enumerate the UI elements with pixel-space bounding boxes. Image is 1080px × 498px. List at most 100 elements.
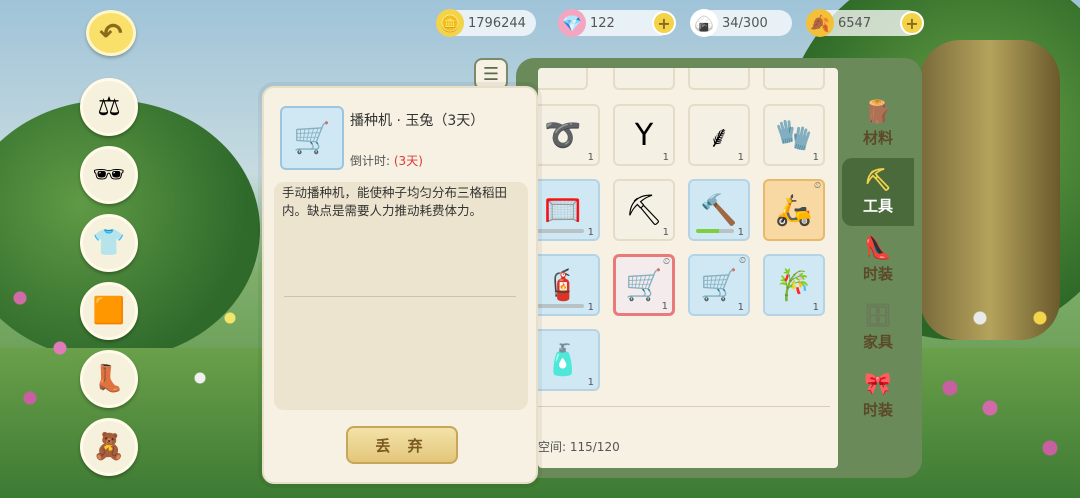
item-thumbnail: 🛒 — [280, 106, 344, 170]
inventory-space-label: 空间: 115/120 — [538, 440, 620, 454]
seeder-icon: 🛒 — [700, 267, 738, 303]
durability-bar — [696, 229, 734, 233]
tab-label: 时装 — [862, 265, 893, 283]
tab-icon: 👠 — [864, 236, 892, 261]
shovel-icon: ⛏ — [624, 192, 664, 228]
tab-label: 时装 — [862, 401, 893, 419]
scooter-icon: 🛵 — [775, 192, 813, 228]
timer-icon: ⏲ — [813, 181, 821, 191]
inventory-slot[interactable]: 🧴 1 — [538, 329, 600, 391]
tab-label: 家具 — [862, 333, 893, 351]
currency-value: 1796244 — [468, 15, 526, 31]
inventory-slot[interactable]: 🧤 1 — [763, 104, 825, 166]
add-currency-button[interactable]: + — [900, 11, 924, 35]
slot-quantity: 1 — [661, 301, 668, 312]
category-tabs: 🪵 材料 ⛏ 工具 👠 时装 🗄 家具 🎀 时装 — [842, 90, 914, 430]
tab-icon: 🗄 — [864, 304, 892, 329]
currency-gems: 💎 122 + — [558, 9, 676, 37]
inventory-slot[interactable]: 🛒 1 ⏲ — [688, 254, 750, 316]
timer-value: (3天) — [393, 154, 423, 168]
slot-quantity: 1 — [587, 152, 594, 163]
durability-bar — [538, 304, 584, 308]
seeder-icon: 🛒 — [625, 267, 663, 303]
inventory-slot[interactable]: ➰ 1 — [538, 104, 600, 166]
slingshot-icon: Y — [634, 117, 654, 153]
tab-furniture[interactable]: 🗄 家具 — [842, 294, 914, 362]
tab-icon: 🎀 — [864, 372, 892, 397]
slot-quantity: 1 — [587, 227, 594, 238]
tab-fashion-2[interactable]: 🎀 时装 — [842, 362, 914, 430]
inventory-grid-area: ➰ 1 Y 1 ⸙ 1 🧤 1 🥅 1 ⛏ 1 🔨 1 🛵 ⏲ 🧯 1 🛒 1 ⏲ 🛒 1 ⏲ 🎋 1 🧴 1 空间: 115/120 — [538, 68, 838, 468]
skirt-icon: 🟧 — [92, 296, 126, 326]
inventory-slot[interactable]: 🥅 1 — [538, 179, 600, 241]
slot-quantity: 1 — [812, 152, 819, 163]
left-category-column: ⚖ 🕶 👕 🟧 👢 🧸 — [80, 78, 140, 486]
currency-leaves: 🍂 6547 + — [806, 9, 924, 37]
net-icon: 🥅 — [544, 192, 582, 228]
item-name: 播种机 · 玉兔（3天） — [350, 113, 485, 129]
timer-label: 倒计时: — [350, 154, 391, 168]
slot-quantity: 1 — [587, 302, 594, 313]
currency-gold: 🪙 1796244 — [436, 9, 536, 37]
inventory-slot[interactable]: 🎋 1 — [763, 254, 825, 316]
background-flowers — [920, 258, 1080, 478]
inventory-slot[interactable] — [763, 68, 825, 90]
back-arrow-icon: ↶ — [99, 16, 123, 50]
left-category-button[interactable]: ⚖ — [80, 78, 138, 136]
slot-quantity: 1 — [812, 302, 819, 313]
gold-coin-icon: 🪙 — [436, 9, 464, 37]
currency-value: 6547 — [838, 15, 872, 31]
tab-materials[interactable]: 🪵 材料 — [842, 90, 914, 158]
left-category-button[interactable]: 👢 — [80, 350, 138, 408]
inventory-slot[interactable] — [538, 68, 588, 90]
water-bottle-icon: 🧴 — [544, 342, 582, 378]
slot-quantity: 1 — [587, 377, 594, 388]
slot-quantity: 1 — [662, 227, 669, 238]
inventory-slot[interactable]: Y1 — [613, 104, 675, 166]
currency-value: 122 — [590, 15, 615, 31]
left-category-button[interactable]: 👕 — [80, 214, 138, 272]
inventory-slot[interactable]: ⛏ 1 — [613, 179, 675, 241]
tab-label: 材料 — [862, 129, 893, 147]
tshirt-icon: 👕 — [92, 228, 126, 258]
sprayer-icon: 🧯 — [544, 267, 582, 303]
item-description: 手动播种机，能使种子均匀分布三格稻田内。缺点是需要人力推动耗费体力。 — [282, 185, 508, 218]
list-glyph: ☰ — [482, 63, 500, 85]
add-currency-button[interactable]: + — [652, 11, 676, 35]
durability-bar — [538, 229, 584, 233]
inventory-slot[interactable] — [613, 68, 675, 90]
sunglasses-icon: 🕶 — [92, 160, 126, 190]
slot-quantity: 1 — [662, 152, 669, 163]
discard-button[interactable]: 丢 弃 — [346, 426, 458, 464]
left-category-button[interactable]: 🟧 — [80, 282, 138, 340]
tab-fashion[interactable]: 👠 时装 — [842, 226, 914, 294]
item-timer: 倒计时: (3天) — [350, 152, 423, 169]
back-button[interactable]: ↶ — [86, 10, 136, 56]
item-detail-popup: 🛒 播种机 · 玉兔（3天） 倒计时: (3天) 手动播种机，能使种子均匀分布三… — [262, 86, 538, 484]
slot-quantity: 1 — [737, 302, 744, 313]
inventory-slot[interactable]: ⸙ 1 — [688, 104, 750, 166]
tab-label: 工具 — [862, 197, 893, 215]
currency-value: 34/300 — [722, 15, 768, 31]
inventory-slot[interactable]: 🧯 1 — [538, 254, 600, 316]
scale-icon: ⚖ — [97, 92, 121, 122]
gold-leaf-icon: 🍂 — [806, 9, 834, 37]
inventory-slot[interactable]: 🔨 1 — [688, 179, 750, 241]
slot-quantity: 1 — [737, 152, 744, 163]
seeder-icon: 🛒 — [293, 120, 331, 156]
trowel-icon: 🔨 — [700, 192, 738, 228]
left-category-button[interactable]: 🕶 — [80, 146, 138, 204]
tab-tools[interactable]: ⛏ 工具 — [842, 158, 914, 226]
tab-icon: ⛏ — [864, 168, 892, 193]
tab-icon: 🪵 — [864, 100, 892, 125]
pink-gem-icon: 💎 — [558, 9, 586, 37]
inventory-slot[interactable]: 🛵 ⏲ — [763, 179, 825, 241]
left-category-button[interactable]: 🧸 — [80, 418, 138, 476]
inventory-slot[interactable] — [688, 68, 750, 90]
timer-icon: ⏲ — [662, 257, 670, 267]
flute-icon: 🎋 — [775, 267, 813, 303]
sickle-icon: ⸙ — [707, 119, 731, 155]
inventory-slot[interactable]: 🛒 1 ⏲ — [613, 254, 675, 316]
currency-riceballs: 🍙 34/300 — [690, 9, 792, 37]
rice-ball-icon: 🍙 — [690, 9, 718, 37]
